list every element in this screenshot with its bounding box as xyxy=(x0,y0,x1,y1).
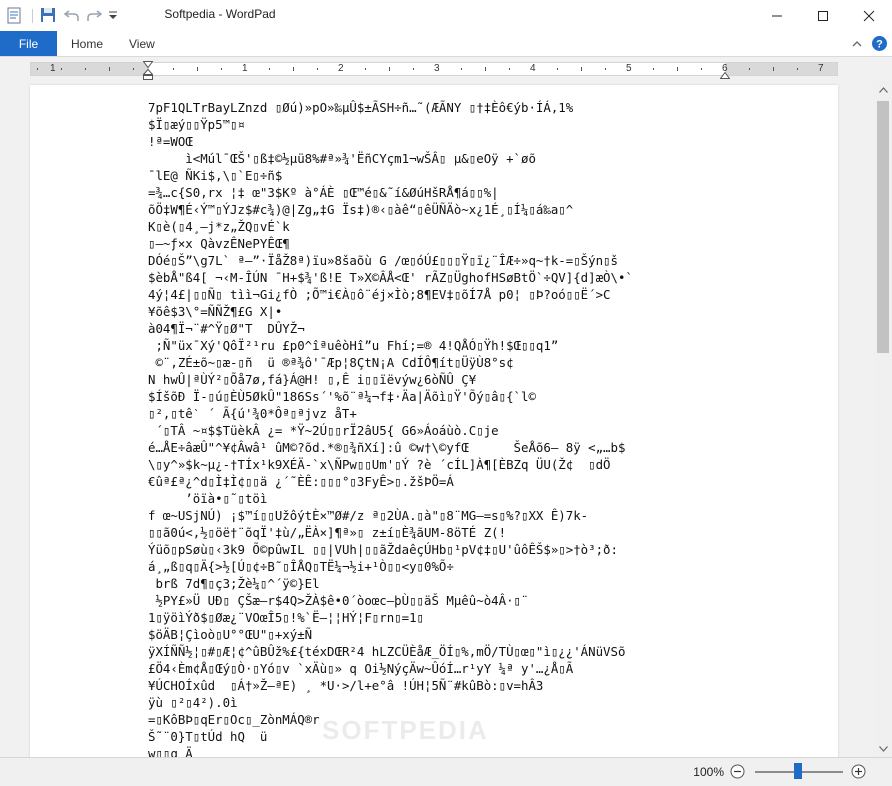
title-bar: Softpedia - WordPad xyxy=(0,0,892,31)
document-line[interactable]: 4ý¦4£|▯▯Ñ▯ tìì¬Gi¿fÒ ;Õ™i€À▯ô¨éj×Ìò;8¶EV… xyxy=(148,286,748,303)
maximize-button[interactable] xyxy=(800,0,846,31)
scroll-up-arrow-icon xyxy=(878,86,888,93)
document-line[interactable]: ÿXÍÑÑ½¦▯#▯Æ¦¢^ûBÛž%£{téxDŒR²4 hLZCÜÈåÆ_Ö… xyxy=(148,643,748,660)
document-line[interactable]: £Ö4‹Èm¢Å▯Œý▯Ò·▯Yó▯v `xÄù▯» q Oi½NýçÄw~Ûó… xyxy=(148,660,748,677)
document-line[interactable]: ’öïà•▯˜▯töì xyxy=(148,490,748,507)
document-line[interactable]: $Ï▯æý▯▯Ÿp5™▯¤ xyxy=(148,116,748,133)
document-line[interactable]: K▯è(▯4¸–j*z„ŽQ▯vÉ`k xyxy=(148,218,748,235)
maximize-icon xyxy=(818,10,828,21)
document-line[interactable]: 1▯ÿöìÝð$▯Øæ¿¨VOœÎ5▯!%`Ë–¦¦HÝ¦F▯rn▯=1▯ xyxy=(148,609,748,626)
ribbon-tab-bar: File Home View ? xyxy=(0,31,892,57)
tab-file[interactable]: File xyxy=(0,31,57,56)
document-line[interactable]: !ª=WOŒ xyxy=(148,133,748,150)
document-page[interactable]: 7pF1QLTrBayLZnzd ▯Øú)»pO»‰µÛ$±ÃSH÷ñ…˜(ÆÃ… xyxy=(30,85,838,757)
zoom-in-button[interactable] xyxy=(851,764,866,779)
document-line[interactable]: ´▯TÂ ~¤$$TüèkÂ ¿= *Ÿ~2Ú▯▯rÏ2âU5{ G6»Áoáù… xyxy=(148,422,748,439)
zoom-out-button[interactable] xyxy=(730,764,745,779)
document-line[interactable]: DÓé▯Š”\g7L` ª–”·ÏåŽ8ª)ïu»8šaõù G /œ▯óÚ£▯… xyxy=(148,252,748,269)
document-line[interactable]: ¥ÚCHOÍxûd ▯Á†»Ž–ªE) ¸ *U·>/l+e°â !ÚH¦5Ñ¨… xyxy=(148,677,748,694)
document-line[interactable]: õÖ‡W¶É‹Ý™▯ÝJz$#c¾)@|Zg„‡G Ïs‡)®‹▯àê“▯êÜÑ… xyxy=(148,201,748,218)
document-line[interactable]: N hwÛ|ªÙÝ²▯Õå7ø,fá}Á@H! ▯,Ê i▯▯ïëvýw¿6òÑ… xyxy=(148,371,748,388)
ruler-number: 3 xyxy=(434,63,440,74)
close-button[interactable] xyxy=(846,0,892,31)
document-line[interactable]: ;Ñ"üx¯Xý'QôÏ²¹ru £p0^îªuêòHî”u Fhí;=® 4!… xyxy=(148,337,748,354)
softpedia-watermark: SOFTPEDIA xyxy=(322,715,489,745)
document-line[interactable]: é…ÅE÷âæÛ"^¥¢Âwâ¹ ûM©?õd.*®▯¾ñXí]:û ©w†\©… xyxy=(148,439,748,456)
ruler-number: 7 xyxy=(818,63,824,74)
document-line[interactable]: 7pF1QLTrBayLZnzd ▯Øú)»pO»‰µÛ$±ÃSH÷ñ…˜(ÆÃ… xyxy=(148,99,748,116)
ruler-area: 1 1 2 3 4 5 6 7 xyxy=(0,57,892,81)
scroll-up-button[interactable] xyxy=(874,81,892,98)
document-line[interactable]: $èbÅ"ß4[ ¬‹M-ÎÚN ¯H+$¾'ß!E T»X©ÂÅ<Œ' rÃZ… xyxy=(148,269,748,286)
zoom-in-icon xyxy=(851,764,866,779)
document-line[interactable]: ▯²,▯têˋ ´ Ã{ú'¾0*Ôª▯ªjvz åT+ xyxy=(148,405,748,422)
document-line[interactable]: à04¶Ï¬¨#^Ÿ▯Ø"T DÛYŽ¬ xyxy=(148,320,748,337)
document-line[interactable]: ¥õê$3\°=ÑÑŽ¶£G X|• xyxy=(148,303,748,320)
document-line[interactable]: ÿù ▯²▯4²).0ì xyxy=(148,694,748,711)
redo-icon[interactable] xyxy=(86,8,103,22)
ruler-number: 4 xyxy=(530,63,536,74)
scroll-down-button[interactable] xyxy=(874,740,892,757)
ribbon-collapse-chevron-icon[interactable] xyxy=(851,38,863,48)
document-line[interactable]: ½PY£»Ü UÐ▯ ÇŠæ–r$4Q>ŽÀ$ê•0´òoœc—þÙ▯▯äŠ M… xyxy=(148,592,748,609)
minimize-icon xyxy=(772,15,782,16)
ruler-number: 1 xyxy=(242,63,248,74)
document-line[interactable]: ì<Múl¯ŒŠ'▯ß‡©½µü8%#ª»¾'ËñCYçm1¬wŠÂ▯ µ&▯e… xyxy=(148,150,748,167)
tab-home[interactable]: Home xyxy=(71,31,103,56)
undo-icon[interactable] xyxy=(63,8,80,22)
document-line[interactable]: $ÍšõÐ Ï-▯ú▯ÈÙ5ØkÛ"186Ss´'%õ¨ª¼¬f‡·Äa|Äõì… xyxy=(148,388,748,405)
scrollbar-thumb[interactable] xyxy=(877,101,889,353)
document-text[interactable]: 7pF1QLTrBayLZnzd ▯Øú)»pO»‰µÛ$±ÃSH÷ñ…˜(ÆÃ… xyxy=(148,99,748,757)
document-line[interactable]: ▯▯ã0ú<,½▯öë†¨õqÏ'‡ù/„ËÀ×]¶ª»▯ z±í▯È¾ãUM-… xyxy=(148,524,748,541)
document-line[interactable]: Ýüõ▯pSøù▯‹3k9 Õ©pûwIL ▯▯|VUh|▯▯ãŽdaêçÚHb… xyxy=(148,541,748,558)
zoom-level-label[interactable]: 100% xyxy=(682,765,724,779)
ruler-number: 2 xyxy=(338,63,344,74)
zoom-slider-thumb[interactable] xyxy=(794,763,802,779)
document-line[interactable]: w▯▯q Ä xyxy=(148,745,748,757)
document-line[interactable]: ¯lE@ ÑKi$,\▯`E▯÷ñ$ xyxy=(148,167,748,184)
quick-access-separator xyxy=(32,9,33,23)
status-bar: 100% xyxy=(0,757,892,786)
document-line[interactable]: á¸„ß▯q▯Ä{>½[Ú▯¢÷B˜▯ÎÅQ▯TË¼¬½i+¹Ò▯▯<y▯0%Õ… xyxy=(148,558,748,575)
document-area: 7pF1QLTrBayLZnzd ▯Øú)»pO»‰µÛ$±ÃSH÷ñ…˜(ÆÃ… xyxy=(0,81,874,757)
customize-quick-access-icon[interactable] xyxy=(108,9,118,21)
document-line[interactable]: ©¨,ZÉ±õ~▯æ-▯ñ ü ®ª¾ô'¯Æp¦8ÇtN¡A CdÍÔ¶ít▯… xyxy=(148,354,748,371)
scroll-down-arrow-icon xyxy=(878,745,888,752)
tab-view[interactable]: View xyxy=(129,31,155,56)
document-line[interactable]: $öÄB¦Çìoò▯U°°ŒU"▯+xý±Ñ xyxy=(148,626,748,643)
vertical-scrollbar[interactable] xyxy=(874,81,892,757)
document-line[interactable]: =¾…c{S0,rx ¦‡ œ"3$Kº à°ÁÈ ▯Œ™é▯&˜í&ØúHšR… xyxy=(148,184,748,201)
save-icon[interactable] xyxy=(40,7,56,23)
window-title: Softpedia - WordPad xyxy=(164,7,276,21)
svg-text:?: ? xyxy=(876,39,883,51)
wordpad-app-icon[interactable] xyxy=(6,7,23,24)
document-line[interactable]: f œ~USjNÚ) ¡$™í▯▯UžôýtÈ×™Ø#/z ª▯2ÙA.▯à"▯… xyxy=(148,507,748,524)
document-line[interactable]: \▯y^»$k~µ¿-†TÍx¹k9XÉÄ-`x\ÑPw▯▯Um'▯Ý ?è ´… xyxy=(148,456,748,473)
document-line[interactable]: ▯–~ƒ×x QàvzÊNePYÊŒ¶ xyxy=(148,235,748,252)
minimize-button[interactable] xyxy=(754,0,800,31)
help-icon[interactable]: ? xyxy=(871,35,888,52)
close-icon xyxy=(863,10,875,21)
document-line[interactable]: €ûª£ª¿^d▯Ì‡Ì¢▯▯ä ¿´˜ÈÊ:▯▯▯°▯3FyÊ>▯.žšÞÖ=… xyxy=(148,473,748,490)
document-line[interactable]: brß 7d¶▯ç3;Žè¼▯^´ÿ©}El xyxy=(148,575,748,592)
ruler-number: 1 xyxy=(50,63,56,74)
ruler-number: 5 xyxy=(626,63,632,74)
zoom-out-icon xyxy=(730,764,745,779)
